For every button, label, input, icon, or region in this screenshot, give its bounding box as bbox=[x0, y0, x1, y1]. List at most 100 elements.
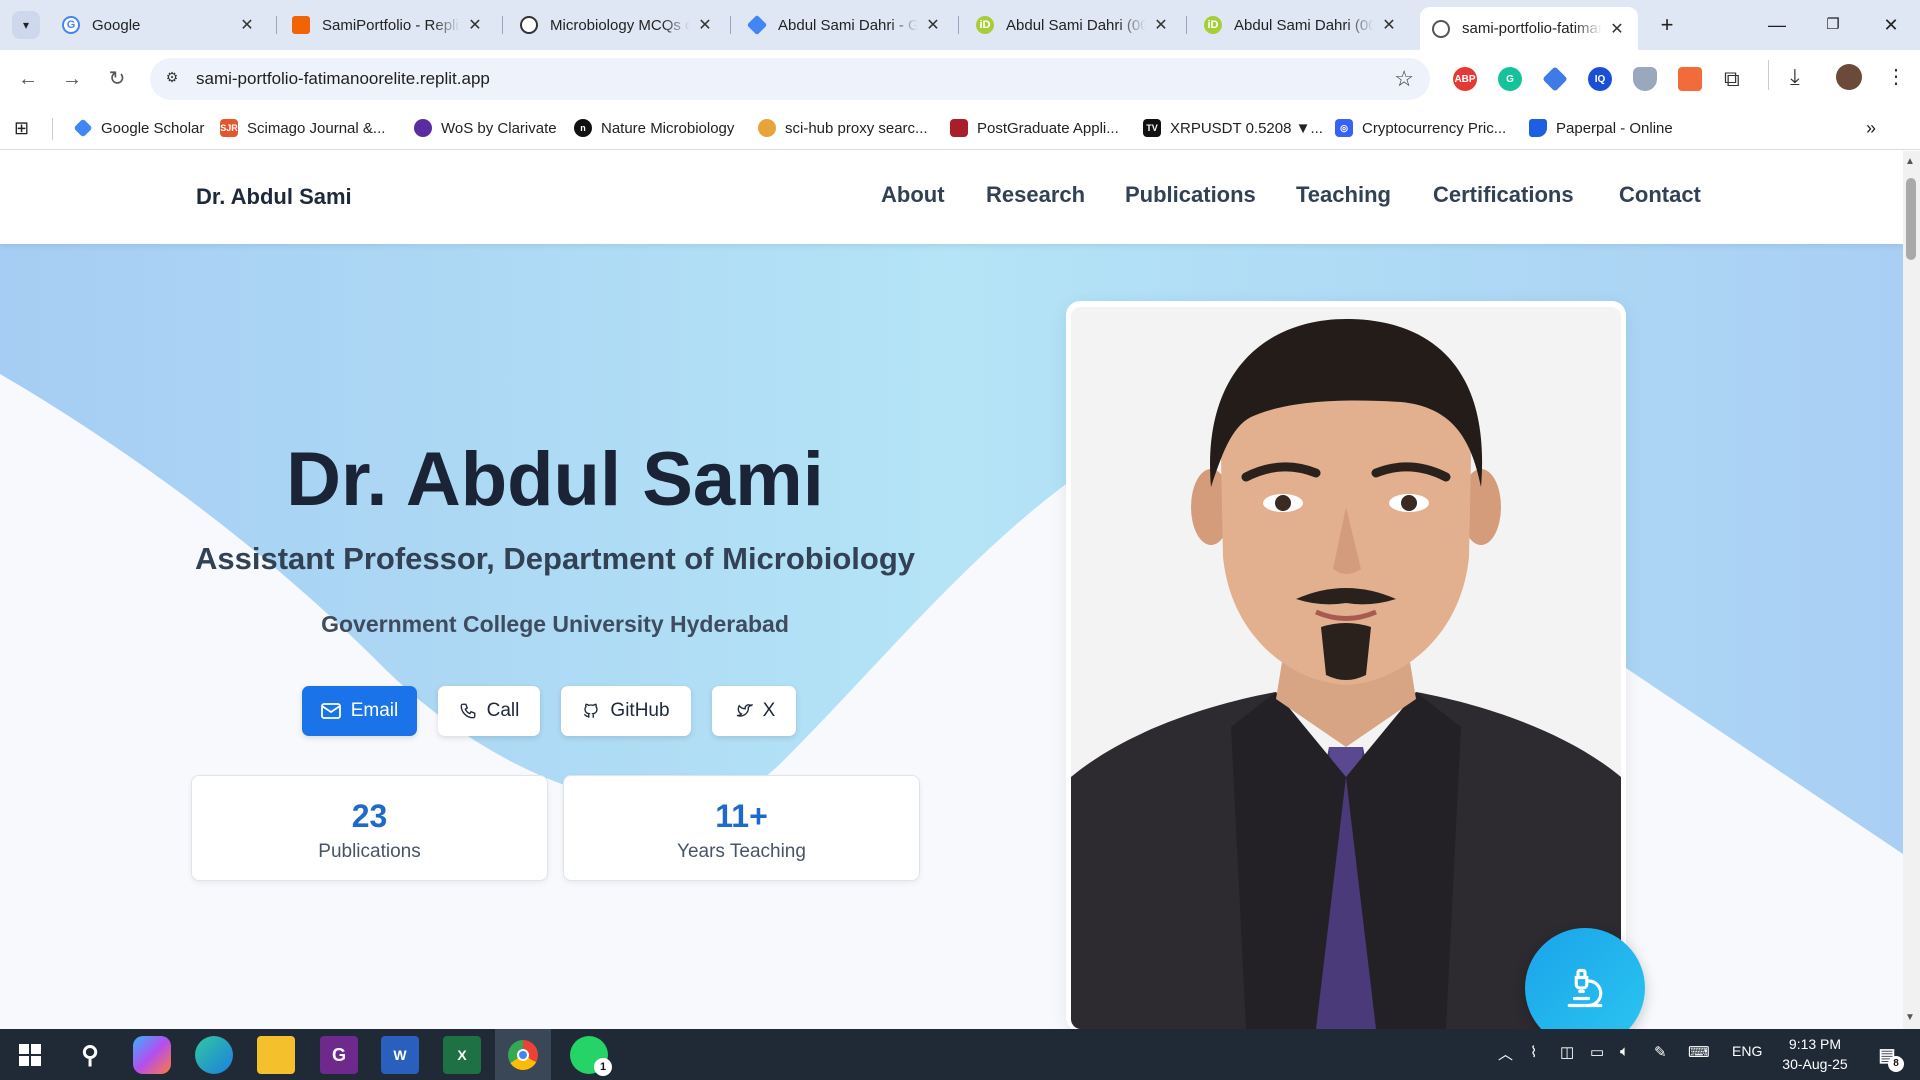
github-button[interactable]: GitHub bbox=[561, 686, 691, 736]
site-brand[interactable]: Dr. Abdul Sami bbox=[196, 184, 352, 210]
bookmark-scihub[interactable]: sci-hub proxy searc... bbox=[758, 116, 928, 140]
scroll-down-arrow-icon[interactable]: ▼ bbox=[1905, 1012, 1915, 1023]
pen-icon[interactable]: ✎ bbox=[1654, 1043, 1667, 1061]
nav-link-research[interactable]: Research bbox=[986, 182, 1085, 208]
close-icon[interactable]: ✕ bbox=[1380, 15, 1398, 35]
scrollbar-thumb[interactable] bbox=[1906, 178, 1916, 260]
forward-button[interactable]: → bbox=[57, 64, 87, 94]
close-icon[interactable]: ✕ bbox=[466, 15, 484, 35]
close-icon[interactable]: ✕ bbox=[1608, 19, 1626, 39]
bookmark-postgraduate[interactable]: PostGraduate Appli... bbox=[950, 116, 1119, 140]
address-bar[interactable]: ⚙ sami-portfolio-fatimanoorelite.replit.… bbox=[150, 58, 1430, 100]
site-header: Dr. Abdul Sami About Research Publicatio… bbox=[0, 151, 1903, 244]
globe-icon bbox=[1432, 19, 1450, 38]
close-window-button[interactable]: ✕ bbox=[1876, 10, 1906, 40]
clock-date: 30-Aug-25 bbox=[1782, 1056, 1848, 1072]
back-button[interactable]: ← bbox=[13, 64, 43, 94]
new-tab-button[interactable]: + bbox=[1652, 10, 1682, 40]
whatsapp-icon[interactable]: 1 bbox=[570, 1036, 612, 1076]
nav-link-about[interactable]: About bbox=[881, 182, 945, 208]
tab-scholar-profile[interactable]: Abdul Sami Dahri - Go ✕ bbox=[736, 7, 954, 43]
extensions-puzzle-icon[interactable]: ⧉ bbox=[1724, 66, 1740, 92]
grammarly-icon[interactable]: G bbox=[1498, 67, 1522, 91]
restore-button[interactable]: ❐ bbox=[1818, 10, 1848, 40]
page-scrollbar[interactable] bbox=[1903, 151, 1920, 1029]
file-explorer-icon[interactable] bbox=[257, 1036, 295, 1074]
bookmark-wos[interactable]: WoS by Clarivate bbox=[414, 116, 557, 140]
show-hidden-icons-chevron[interactable]: ︿ bbox=[1498, 1043, 1513, 1064]
bookmark-google-scholar[interactable]: Google Scholar bbox=[73, 116, 204, 140]
chatgpt-icon bbox=[520, 16, 538, 34]
download-icon[interactable]: ⤓ bbox=[1790, 64, 1800, 90]
scroll-up-arrow-icon[interactable]: ▲ bbox=[1905, 156, 1915, 167]
close-icon[interactable]: ✕ bbox=[1152, 15, 1170, 35]
nav-link-publications[interactable]: Publications bbox=[1125, 182, 1256, 208]
shield-ext-icon[interactable] bbox=[1633, 67, 1657, 91]
profile-avatar[interactable] bbox=[1836, 64, 1862, 90]
excel-icon[interactable]: X bbox=[443, 1036, 481, 1074]
adblock-icon[interactable]: ABP bbox=[1453, 67, 1477, 91]
close-icon[interactable]: ✕ bbox=[238, 15, 256, 35]
camera-icon[interactable]: ◫ bbox=[1560, 1043, 1574, 1061]
tab-divider bbox=[958, 16, 959, 34]
bookmark-crypto-prices[interactable]: ◎ Cryptocurrency Pric... bbox=[1335, 116, 1506, 140]
volume-icon[interactable]: 🔈︎ bbox=[1620, 1043, 1629, 1060]
minimize-button[interactable]: — bbox=[1762, 10, 1792, 40]
tab-google[interactable]: G Google ✕ bbox=[50, 7, 268, 43]
bookmark-nature-microbiology[interactable]: n Nature Microbiology bbox=[574, 116, 734, 140]
notification-icon[interactable]: ▤ 8 bbox=[1868, 1036, 1906, 1074]
browser-toolbar: ← → ↻ ⚙ sami-portfolio-fatimanoorelite.r… bbox=[0, 50, 1920, 108]
battery-icon[interactable]: ▭ bbox=[1590, 1043, 1604, 1061]
url-text[interactable]: sami-portfolio-fatimanoorelite.replit.ap… bbox=[196, 69, 490, 89]
bookmark-xrpusdt[interactable]: TV XRPUSDT 0.5208 ▼... bbox=[1143, 116, 1323, 140]
bookmark-label: WoS by Clarivate bbox=[441, 119, 557, 137]
close-icon[interactable]: ✕ bbox=[924, 15, 942, 35]
bookmark-star-icon[interactable]: ☆ bbox=[1394, 66, 1414, 92]
tab-orcid-1[interactable]: iD Abdul Sami Dahri (0000 ✕ bbox=[964, 7, 1182, 43]
tab-orcid-2[interactable]: iD Abdul Sami Dahri (0000 ✕ bbox=[1192, 7, 1410, 43]
search-icon[interactable]: ⚲ bbox=[71, 1036, 109, 1074]
stat-card-publications: 23 Publications bbox=[191, 775, 548, 881]
tab-portfolio-active[interactable]: sami-portfolio-fatimano ✕ bbox=[1420, 7, 1638, 50]
apps-grid-icon[interactable]: ⊞ bbox=[14, 116, 29, 140]
microscope-icon bbox=[1567, 968, 1603, 1008]
menu-kebab-icon[interactable]: ⋮ bbox=[1886, 64, 1906, 89]
more-bookmarks-chevron-icon[interactable]: » bbox=[1866, 116, 1876, 140]
orcid-icon: iD bbox=[976, 16, 994, 34]
x-button[interactable]: X bbox=[712, 686, 796, 736]
site-info-icon[interactable]: ⚙ bbox=[162, 69, 182, 89]
call-button-label: Call bbox=[486, 700, 520, 721]
scholar-icon bbox=[73, 118, 93, 138]
stack-ext-icon[interactable] bbox=[1678, 67, 1702, 91]
iq-ext-icon[interactable]: IQ bbox=[1588, 67, 1612, 91]
tab-divider bbox=[1186, 16, 1187, 34]
bookmark-label: Nature Microbiology bbox=[601, 119, 735, 137]
copilot-icon[interactable] bbox=[133, 1036, 171, 1074]
word-icon[interactable]: W bbox=[381, 1036, 419, 1074]
nav-link-teaching[interactable]: Teaching bbox=[1296, 182, 1391, 208]
windows-start-icon[interactable] bbox=[11, 1036, 49, 1074]
bookmark-paperpal[interactable]: Paperpal - Online bbox=[1529, 116, 1673, 140]
tab-replit[interactable]: SamiPortfolio - Replit ✕ bbox=[280, 7, 496, 43]
clock-time: 9:13 PM bbox=[1788, 1036, 1842, 1052]
language-indicator[interactable]: ENG bbox=[1732, 1043, 1762, 1059]
edge-browser-icon[interactable] bbox=[195, 1036, 233, 1074]
tab-microbiology-mcqs[interactable]: Microbiology MCQs on ✕ bbox=[508, 7, 726, 43]
pdf-reader-icon[interactable]: G bbox=[320, 1036, 358, 1074]
bookmark-scimago[interactable]: SJR Scimago Journal &... bbox=[220, 116, 385, 140]
chrome-taskbar-button[interactable] bbox=[495, 1029, 551, 1080]
stat-card-years-teaching: 11+ Years Teaching bbox=[563, 775, 920, 881]
call-button[interactable]: Call bbox=[438, 686, 540, 736]
system-clock[interactable]: 9:13 PM 30-Aug-25 bbox=[1770, 1034, 1860, 1074]
tab-title: Microbiology MCQs on bbox=[550, 16, 690, 34]
tab-title: Google bbox=[92, 16, 141, 34]
email-button[interactable]: Email bbox=[302, 686, 417, 736]
reload-button[interactable]: ↻ bbox=[102, 64, 132, 94]
network-icon[interactable]: ⌇ bbox=[1530, 1043, 1537, 1061]
bookmarks-divider bbox=[52, 118, 53, 140]
close-icon[interactable]: ✕ bbox=[696, 15, 714, 35]
nav-link-certifications[interactable]: Certifications bbox=[1433, 182, 1574, 208]
nav-link-contact[interactable]: Contact bbox=[1619, 182, 1701, 208]
keyboard-icon[interactable]: ⌨ bbox=[1688, 1043, 1710, 1061]
tab-search-button[interactable]: ▾ bbox=[12, 11, 40, 39]
